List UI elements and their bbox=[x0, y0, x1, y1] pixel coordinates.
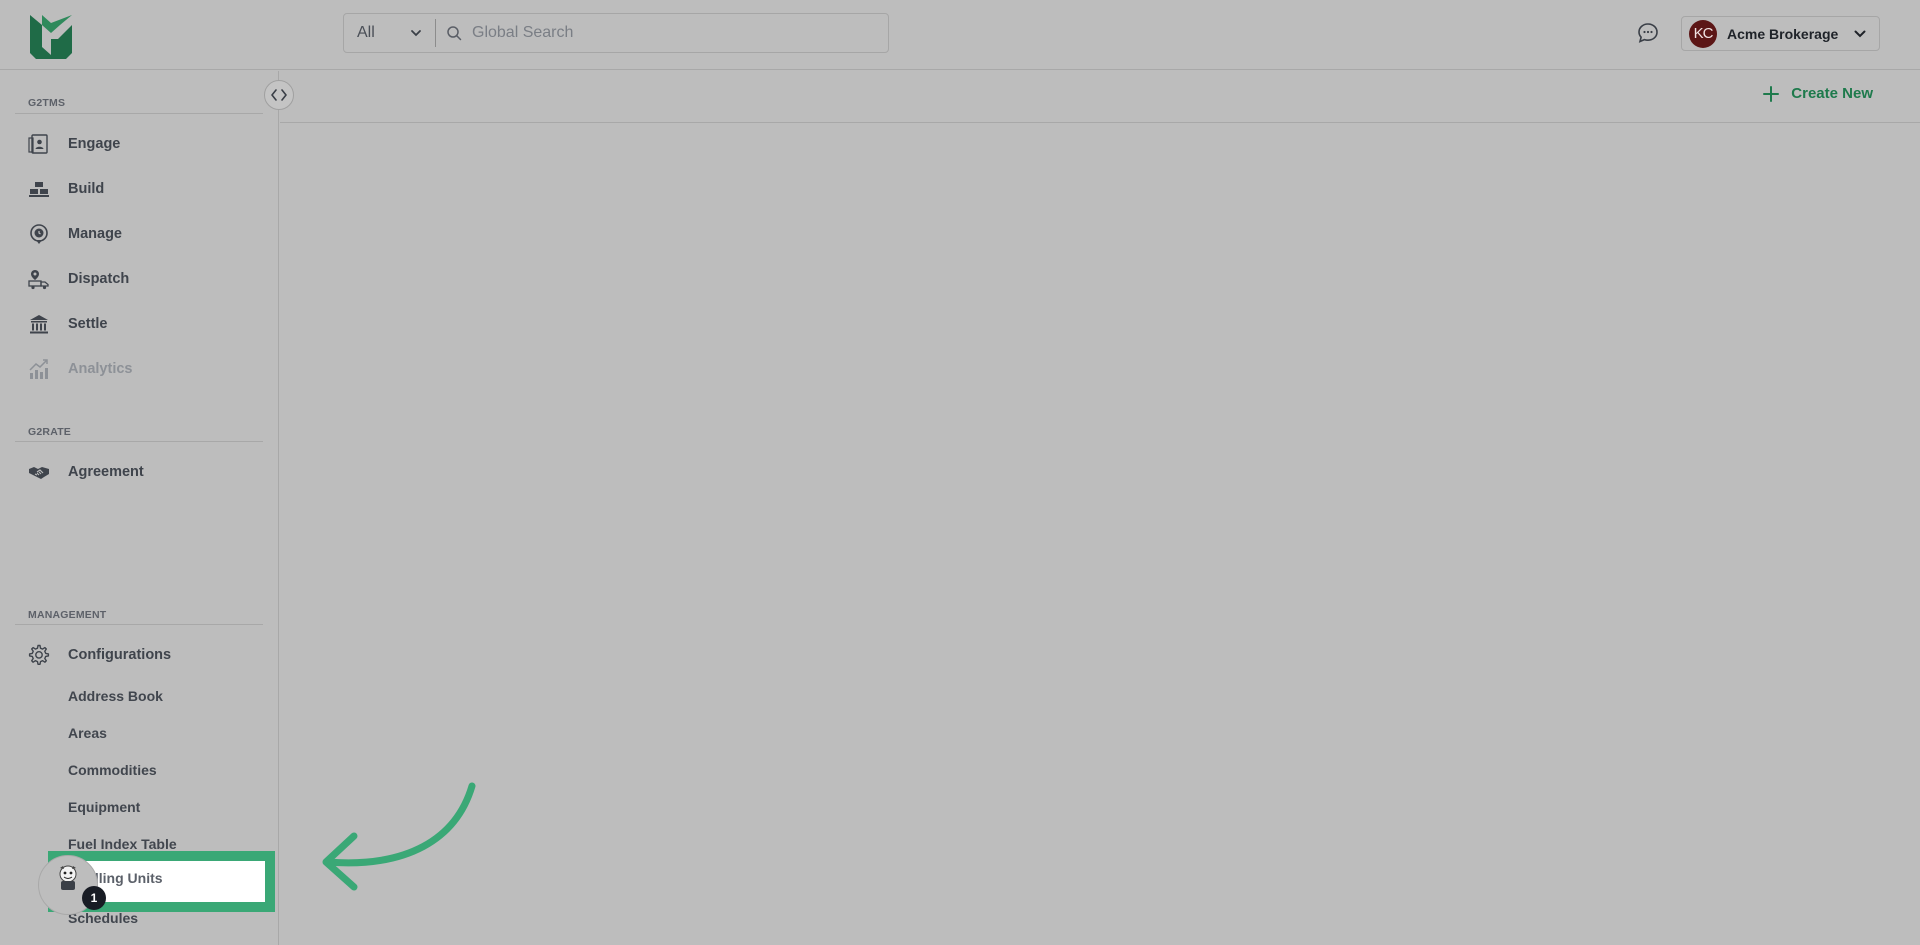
section-divider bbox=[15, 113, 263, 114]
sidebar-subitem-equipment[interactable]: Equipment bbox=[68, 795, 258, 819]
analytics-icon bbox=[28, 358, 50, 380]
sidebar-item-label: Agreement bbox=[68, 464, 144, 480]
sidebar-item-label: Manage bbox=[68, 226, 122, 242]
sidebar-item-label: Settle bbox=[68, 316, 108, 332]
sidebar-item-label: Build bbox=[68, 181, 105, 197]
search-scope-value: All bbox=[357, 24, 375, 41]
sidebar-item-label: Configurations bbox=[68, 647, 172, 663]
avatar: KC bbox=[1689, 19, 1717, 48]
pointer-arrow-icon bbox=[322, 782, 476, 891]
sidebar-collapse-button[interactable] bbox=[264, 80, 294, 110]
sidebar-item-configurations[interactable]: Configurations bbox=[28, 640, 258, 670]
search-input[interactable] bbox=[470, 23, 870, 43]
handshake-icon bbox=[28, 461, 50, 483]
sidebar-subitem-address-book[interactable]: Address Book bbox=[68, 684, 258, 708]
sidebar-item-label: Dispatch bbox=[68, 271, 130, 287]
chevron-down-icon bbox=[411, 30, 421, 37]
dispatch-icon bbox=[28, 268, 50, 290]
section-label-management: MANAGEMENT bbox=[28, 609, 107, 621]
step-number-badge: 1 bbox=[82, 886, 106, 910]
sidebar-item-settle[interactable]: Settle bbox=[28, 309, 258, 339]
plus-icon bbox=[1763, 85, 1780, 102]
section-label-g2rate: G2RATE bbox=[28, 426, 72, 438]
g2-logo[interactable] bbox=[28, 9, 74, 61]
manage-icon bbox=[28, 223, 50, 245]
search-scope-select[interactable]: All bbox=[344, 19, 436, 47]
settle-icon bbox=[28, 313, 50, 335]
code-brackets-icon bbox=[271, 89, 287, 101]
main-header: Create New bbox=[280, 71, 1920, 123]
sidebar-item-agreement[interactable]: Agreement bbox=[28, 457, 258, 487]
create-new-label: Create New bbox=[1791, 85, 1873, 102]
top-bar: All KC Acme Brokerage bbox=[0, 0, 1920, 70]
sidebar-item-build[interactable]: Build bbox=[28, 174, 258, 204]
sidebar-subitem-areas[interactable]: Areas bbox=[68, 721, 258, 745]
section-divider bbox=[15, 624, 263, 625]
sidebar-subitem-commodities[interactable]: Commodities bbox=[68, 758, 258, 782]
sidebar-item-manage[interactable]: Manage bbox=[28, 219, 258, 249]
sidebar-item-label: Engage bbox=[68, 136, 121, 152]
build-icon bbox=[28, 178, 50, 200]
sidebar-item-label: Analytics bbox=[68, 361, 133, 377]
chat-bubble-icon[interactable] bbox=[1636, 21, 1660, 45]
guide-character-icon bbox=[59, 865, 77, 890]
gear-icon bbox=[28, 644, 50, 666]
sidebar-item-dispatch[interactable]: Dispatch bbox=[28, 264, 258, 294]
sidebar-subitem-billing-units[interactable]: illing Units bbox=[91, 870, 163, 886]
create-new-button[interactable]: Create New bbox=[1763, 85, 1873, 102]
account-name: Acme Brokerage bbox=[1727, 25, 1839, 42]
sidebar-item-engage[interactable]: Engage bbox=[28, 129, 258, 159]
sidebar-item-analytics[interactable]: Analytics bbox=[28, 354, 258, 384]
engage-icon bbox=[28, 133, 50, 155]
section-label-g2tms: G2TMS bbox=[28, 97, 66, 109]
search-icon bbox=[447, 26, 462, 41]
section-divider bbox=[15, 441, 263, 442]
search-field bbox=[436, 14, 888, 52]
global-search-box: All bbox=[343, 13, 889, 53]
account-switcher[interactable]: KC Acme Brokerage bbox=[1681, 16, 1880, 51]
chevron-down-icon bbox=[1854, 30, 1866, 38]
